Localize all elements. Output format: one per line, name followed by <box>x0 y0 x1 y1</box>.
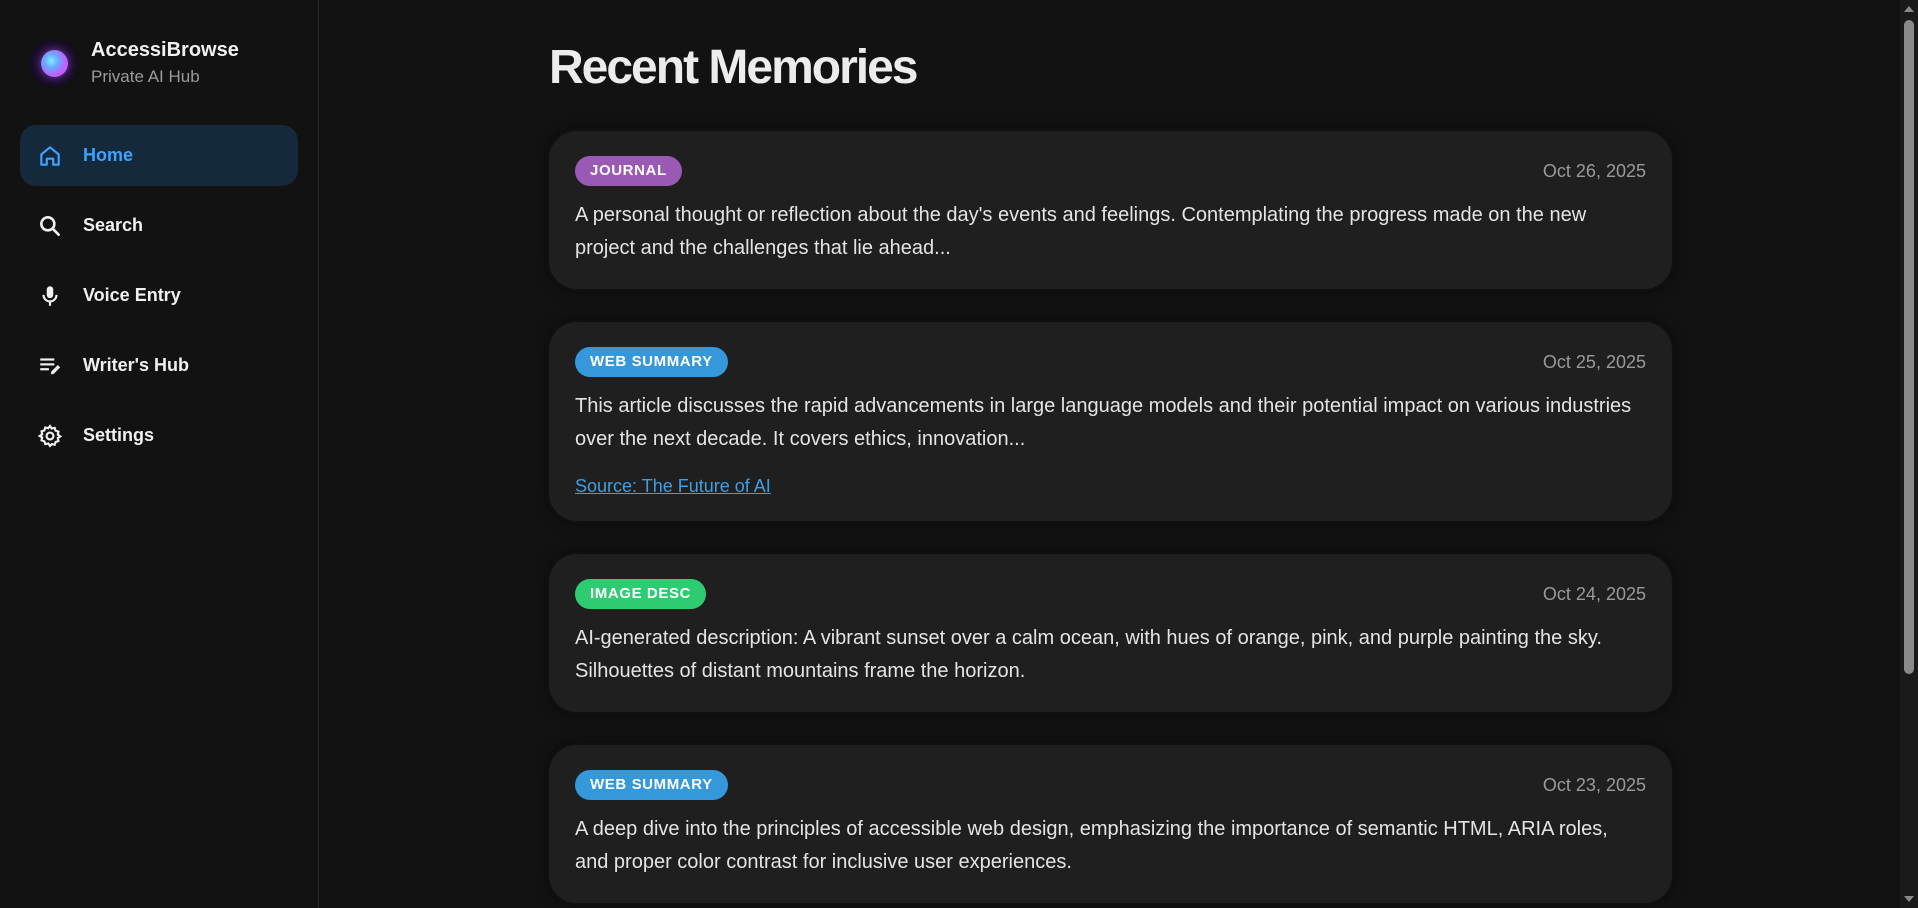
page-title: Recent Memories <box>549 41 918 94</box>
sidebar-item-label: Writer's Hub <box>83 355 189 375</box>
sidebar-nav: Home Search Voice Entry Writer's Hub Set… <box>20 125 298 466</box>
category-badge: WEB SUMMARY <box>575 347 728 377</box>
memory-list: JOURNAL Oct 26, 2025 A personal thought … <box>549 131 1672 908</box>
category-badge: IMAGE DESC <box>575 579 707 609</box>
category-badge: WEB SUMMARY <box>575 770 728 800</box>
memory-card[interactable]: IMAGE DESC Oct 24, 2025 AI-generated des… <box>549 554 1672 712</box>
memory-card-header: WEB SUMMARY Oct 23, 2025 <box>575 769 1646 801</box>
memory-date: Oct 23, 2025 <box>1542 774 1646 795</box>
brand-logo <box>29 39 77 87</box>
main-content: Recent Memories JOURNAL Oct 26, 2025 A p… <box>319 0 1918 908</box>
memory-text: A personal thought or reflection about t… <box>575 204 1587 259</box>
memory-date: Oct 25, 2025 <box>1542 351 1646 372</box>
sidebar-item-voice-entry[interactable]: Voice Entry <box>20 265 298 326</box>
memory-card-header: WEB SUMMARY Oct 25, 2025 <box>575 346 1646 378</box>
sidebar: AccessiBrowse Private AI Hub Home Search <box>0 0 319 908</box>
edit-notes-icon <box>36 352 64 380</box>
sidebar-item-writers-hub[interactable]: Writer's Hub <box>20 335 298 396</box>
brand-name: AccessiBrowse <box>91 39 239 61</box>
memory-card[interactable]: WEB SUMMARY Oct 23, 2025 A deep dive int… <box>549 745 1672 903</box>
memory-card-header: JOURNAL Oct 26, 2025 <box>575 155 1646 187</box>
microphone-icon <box>36 282 64 310</box>
brand-subtitle: Private AI Hub <box>91 67 200 86</box>
sidebar-item-home[interactable]: Home <box>20 125 298 186</box>
sidebar-item-search[interactable]: Search <box>20 195 298 256</box>
memory-card-header: IMAGE DESC Oct 24, 2025 <box>575 578 1646 610</box>
memory-date: Oct 26, 2025 <box>1542 160 1646 181</box>
sidebar-item-label: Settings <box>83 425 155 445</box>
gear-icon <box>36 422 64 450</box>
scrollbar-thumb[interactable] <box>1904 20 1914 674</box>
vertical-scrollbar[interactable] <box>1900 0 1918 908</box>
memory-card[interactable]: JOURNAL Oct 26, 2025 A personal thought … <box>549 131 1672 289</box>
category-badge: JOURNAL <box>575 156 682 186</box>
scroll-down-arrow-icon[interactable] <box>1904 896 1914 902</box>
memory-text: AI-generated description: A vibrant suns… <box>575 627 1602 682</box>
memory-text: This article discusses the rapid advance… <box>575 395 1632 450</box>
sidebar-item-label: Home <box>83 145 134 165</box>
brand-text: AccessiBrowse Private AI Hub <box>91 37 239 89</box>
sidebar-item-label: Search <box>83 215 144 235</box>
memory-date: Oct 24, 2025 <box>1542 583 1646 604</box>
sidebar-item-label: Voice Entry <box>83 285 181 305</box>
memory-card[interactable]: WEB SUMMARY Oct 25, 2025 This article di… <box>549 322 1672 521</box>
memory-text: A deep dive into the principles of acces… <box>575 818 1608 873</box>
source-link[interactable]: Source: The Future of AI <box>575 476 771 497</box>
scroll-up-arrow-icon[interactable] <box>1904 6 1914 12</box>
app-window: AccessiBrowse Private AI Hub Home Search <box>0 0 1918 908</box>
search-icon <box>36 212 64 240</box>
home-icon <box>36 142 64 170</box>
brand: AccessiBrowse Private AI Hub <box>20 33 298 93</box>
sidebar-item-settings[interactable]: Settings <box>20 405 298 466</box>
